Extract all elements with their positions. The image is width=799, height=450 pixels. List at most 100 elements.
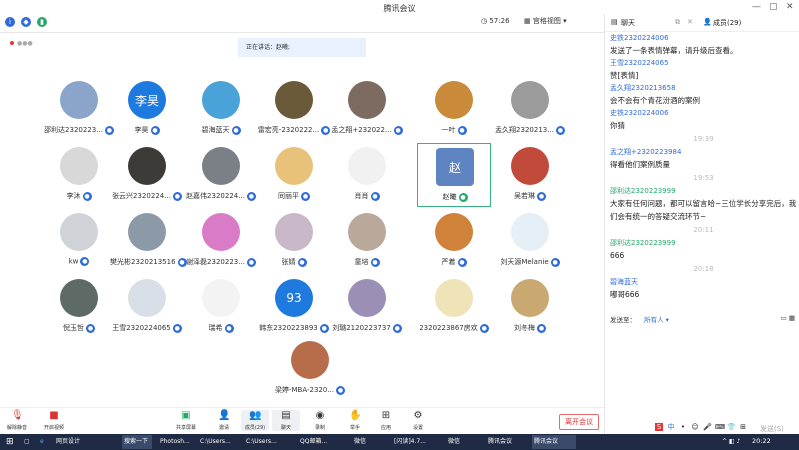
chat-sender[interactable]: 史铁2320224006 [610, 32, 797, 44]
taskbar-item[interactable]: C:\Users... [198, 435, 238, 449]
close-icon[interactable]: ✕ [687, 18, 693, 26]
view-mode-button[interactable]: ▦ 宫格视图 ▾ [524, 16, 567, 26]
avatar [275, 147, 313, 185]
signal-icon[interactable]: ▮ [37, 17, 47, 27]
participant-name: 张婧 ● [257, 257, 331, 267]
participant-tile[interactable]: 李沐 ● [42, 143, 116, 207]
participant-tile[interactable]: 赵嘉伟2320224... ● [184, 143, 258, 207]
participant-tile[interactable]: 肖肖 ● [330, 143, 404, 207]
taskbar-item[interactable]: 微信 [352, 435, 388, 449]
participant-tile[interactable]: 邵利达2320223... ● [42, 77, 116, 141]
screenshot-icon[interactable]: ▦ [789, 314, 795, 322]
participant-tile[interactable]: 93 韩东2320223893 ● [257, 275, 331, 339]
share-screen-button[interactable]: ▣ 共享屏幕 [172, 410, 200, 431]
participant-name: 刘璐2120223737 ● [330, 323, 404, 333]
record-button[interactable]: ◉ 录制 [306, 410, 334, 431]
chat-sender[interactable]: 孟之翔+2320223984 [610, 146, 797, 158]
taskbar-item[interactable]: Photosh... [158, 435, 194, 449]
chat-sender[interactable]: 邵利达2320223999 [610, 237, 797, 249]
send-to-select[interactable]: 所有人 ▾ [644, 316, 669, 324]
windows-start-icon[interactable]: ⊞ [4, 435, 16, 449]
participant-tile[interactable]: 2320223867房欢 ● [417, 275, 491, 339]
participant-tile[interactable]: 同丽平 ● [257, 143, 331, 207]
raise-hand-button[interactable]: ✋ 举手 [341, 410, 369, 431]
mic-muted-icon: ● [224, 323, 234, 333]
invite-button[interactable]: 👤 邀请 [210, 410, 238, 431]
participant-tile[interactable]: 张婧 ● [257, 209, 331, 273]
participant-tile[interactable]: 梁婷-MBA-2320... ● [273, 337, 347, 401]
tab-chat[interactable]: 聊天 [621, 18, 635, 28]
participant-tile[interactable]: 刘冬梅 ● [493, 275, 567, 339]
shield-icon[interactable]: ◆ [21, 17, 31, 27]
taskbar-item[interactable]: C:\Users... [244, 435, 292, 449]
taskbar-item[interactable]: QQ邮箱... [298, 435, 346, 449]
participant-tile[interactable]: 瑞希 ● [184, 275, 258, 339]
members-button[interactable]: 👥 成员(29) [241, 410, 269, 431]
taskbar-item[interactable]: 腾讯会议 [486, 435, 528, 449]
punct-icon[interactable]: • [679, 423, 687, 431]
participant-tile[interactable]: 李昊 李昊 ● [110, 77, 184, 141]
voice-icon[interactable]: 🎤 [703, 423, 712, 431]
participant-tile[interactable]: 倪玉哲 ● [42, 275, 116, 339]
participant-tile[interactable]: 赵赵曦 ● [417, 143, 491, 207]
chat-sender[interactable]: 王雪2320224065 [610, 57, 797, 69]
emoji-icon[interactable]: ☺ [691, 423, 699, 431]
chat-sender[interactable]: 邵利达2320223999 [610, 185, 797, 197]
participant-tile[interactable]: 王雪2320224065 ● [110, 275, 184, 339]
close-button[interactable]: ✕ [786, 2, 794, 12]
chat-button[interactable]: ▤ 聊天 [272, 410, 300, 431]
chat-sender[interactable]: 孟久翔2320213658 [610, 82, 797, 94]
participant-tile[interactable]: 谢泽磊2320223... ● [184, 209, 258, 273]
participant-tile[interactable]: 吴若琳 ● [493, 143, 567, 207]
tab-members[interactable]: 成员(29) [713, 18, 741, 28]
participant-tile[interactable]: 樊光彬2320213516 ● [110, 209, 187, 273]
participant-tile[interactable]: kw ● [42, 209, 116, 273]
participant-tile[interactable]: 张云兴2320224... ● [110, 143, 184, 207]
taskbar-item[interactable]: [闪读]4.7... [392, 435, 440, 449]
settings-button[interactable]: ⚙ 设置 [404, 410, 432, 431]
participant-name: 樊光彬2320213516 ● [110, 257, 187, 267]
participant-tile[interactable]: 雷宏亮-2320222... ● [257, 77, 331, 141]
chat-sender[interactable]: 史铁2320224006 [610, 107, 797, 119]
file-icon[interactable]: ▭ [781, 314, 787, 322]
chat-message-list[interactable]: 史铁2320224006 发送了一条表情弹幕，请升级后查看。 王雪232022406… [610, 32, 797, 322]
skin-icon[interactable]: 👕 [727, 423, 736, 431]
apps-label: 应用 [380, 425, 391, 431]
task-view-icon[interactable]: ▢ [22, 435, 32, 449]
participant-tile[interactable]: 严着 ● [417, 209, 491, 273]
participant-tile[interactable]: 刘天源Melanie ● [493, 209, 567, 273]
info-icon[interactable]: i [5, 17, 15, 27]
tools-icon[interactable]: ⊞ [739, 423, 747, 431]
chat-sender[interactable]: 碧海蓝天 [610, 276, 797, 288]
participant-tile[interactable]: 一叶 ● [417, 77, 491, 141]
unmute-button[interactable]: 🎙 解除静音 [3, 410, 31, 431]
participant-tile[interactable]: 孟之翔+232022... ● [330, 77, 404, 141]
ie-icon[interactable]: e [38, 435, 48, 449]
taskbar-item[interactable]: 腾讯会议 [532, 435, 576, 449]
participant-tile[interactable]: 刘璐2120223737 ● [330, 275, 404, 339]
participant-name-text: kw [68, 257, 79, 266]
mic-muted-icon: ● [301, 191, 310, 201]
popout-icon[interactable]: ⧉ [675, 18, 680, 27]
send-button[interactable]: 发送(S) [760, 424, 784, 434]
lang-icon[interactable]: 中 [667, 423, 675, 431]
keyboard-icon[interactable]: ⌨ [715, 423, 725, 431]
participant-tile[interactable]: 童培 ● [330, 209, 404, 273]
leave-meeting-button[interactable]: 离开会议 [559, 414, 599, 430]
participant-tile[interactable]: 碧海蓝天 ● [184, 77, 258, 141]
taskbar-item[interactable]: 搜索一下 [122, 435, 152, 449]
minimize-button[interactable]: — [752, 2, 761, 12]
participant-tile[interactable]: 孟久翔2320213... ● [493, 77, 567, 141]
taskbar-item[interactable]: 网页设计 [54, 435, 114, 449]
chat-timestamp: 19:39 [693, 135, 714, 143]
chat-message: 碧海蓝天 嘟哥666 [610, 276, 797, 301]
taskbar-item[interactable]: 微信 [446, 435, 482, 449]
mic-muted-icon: ● [297, 257, 307, 267]
sogou-icon[interactable]: S [655, 423, 663, 431]
settings-label: 设置 [412, 425, 423, 431]
maximize-button[interactable]: ▢ [769, 2, 778, 12]
tray-status-icons[interactable]: ^ ◧ ♪ [720, 435, 750, 449]
apps-button[interactable]: ⊞ 应用 [372, 410, 400, 431]
video-button[interactable]: ■ 开启视频 [40, 410, 68, 431]
participant-name: 吴若琳 ● [493, 191, 567, 201]
